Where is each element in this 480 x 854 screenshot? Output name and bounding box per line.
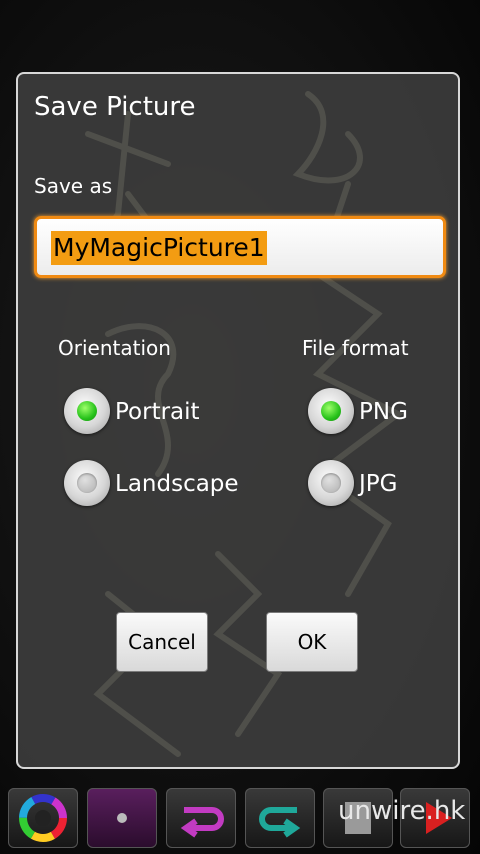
file-format-label: File format bbox=[302, 336, 409, 360]
filename-selected-text: MyMagicPicture1 bbox=[51, 231, 267, 265]
landscape-label[interactable]: Landscape bbox=[115, 471, 239, 497]
dialog-title: Save Picture bbox=[34, 92, 196, 122]
jpg-radio[interactable] bbox=[308, 460, 354, 506]
radio-selected-indicator bbox=[77, 401, 97, 421]
radio-selected-indicator bbox=[321, 401, 341, 421]
cancel-button[interactable]: Cancel bbox=[116, 612, 208, 672]
undo-icon[interactable] bbox=[245, 788, 315, 848]
png-label[interactable]: PNG bbox=[359, 399, 408, 425]
portrait-radio[interactable] bbox=[64, 388, 110, 434]
png-radio[interactable] bbox=[308, 388, 354, 434]
brush-size-icon[interactable] bbox=[87, 788, 157, 848]
redo-icon[interactable] bbox=[166, 788, 236, 848]
color-wheel-icon[interactable] bbox=[8, 788, 78, 848]
portrait-label[interactable]: Portrait bbox=[115, 399, 200, 425]
filename-input[interactable]: MyMagicPicture1 bbox=[34, 216, 446, 278]
jpg-label[interactable]: JPG bbox=[359, 471, 397, 497]
orientation-label: Orientation bbox=[58, 336, 171, 360]
save-picture-dialog: Save Picture Save as MyMagicPicture1 Ori… bbox=[16, 72, 460, 769]
ok-button[interactable]: OK bbox=[266, 612, 358, 672]
radio-unselected-indicator bbox=[77, 473, 97, 493]
landscape-radio[interactable] bbox=[64, 460, 110, 506]
watermark-text: unwire.hk bbox=[338, 796, 466, 826]
radio-unselected-indicator bbox=[321, 473, 341, 493]
save-as-label: Save as bbox=[34, 174, 113, 198]
